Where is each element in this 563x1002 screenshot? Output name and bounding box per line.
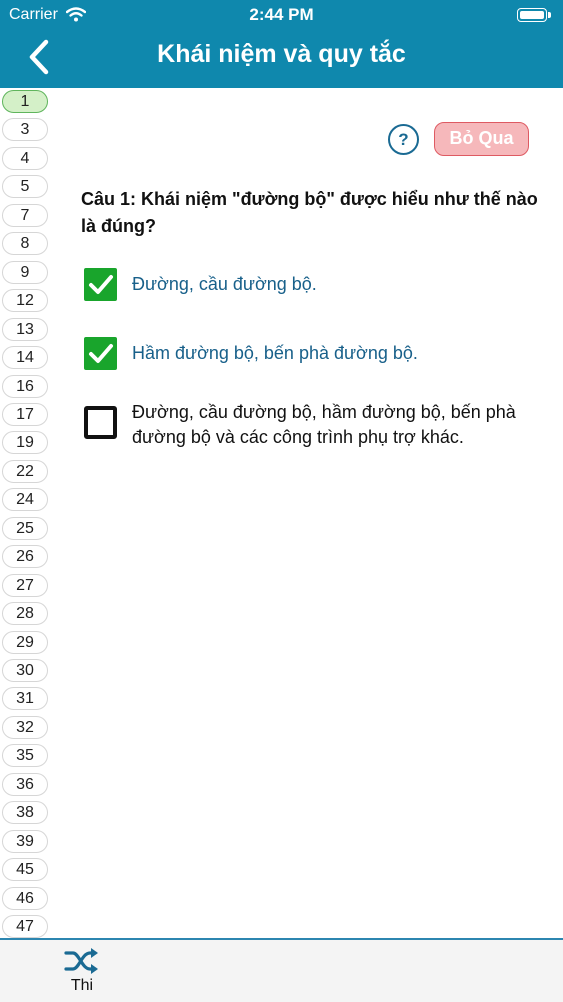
question-number-item[interactable]: 22 <box>2 459 48 483</box>
question-number-item[interactable]: 30 <box>2 659 48 682</box>
question-number-item[interactable]: 45 <box>2 858 48 882</box>
question-number-item[interactable]: 36 <box>2 772 48 796</box>
tab-bar: Thi <box>0 938 563 1002</box>
question-number-item[interactable]: 24 <box>2 488 48 512</box>
answer-text: Đường, cầu đường bộ, hầm đường bộ, bến p… <box>132 402 516 447</box>
status-bar: Carrier 2:44 PM <box>0 0 563 30</box>
question-number-item[interactable]: 29 <box>2 630 48 654</box>
question-text: Câu 1: Khái niệm "đường bộ" được hiểu nh… <box>81 189 538 236</box>
question-number-item[interactable]: 25 <box>2 516 48 540</box>
question-number-item[interactable]: 4 <box>2 146 48 170</box>
answer-option-3[interactable]: Đường, cầu đường bộ, hầm đường bộ, bến p… <box>84 402 544 456</box>
question-number-item[interactable]: 9 <box>2 260 48 284</box>
question-number-item[interactable]: 38 <box>2 801 48 825</box>
navigation-bar: Carrier 2:44 PM Khái niệm và quy tắc <box>0 0 563 88</box>
checkbox-icon[interactable] <box>84 268 117 301</box>
question-number-item[interactable]: 7 <box>2 203 48 227</box>
battery-icon <box>517 8 553 24</box>
question-number-item[interactable]: 17 <box>2 402 48 426</box>
skip-button[interactable]: Bỏ Qua <box>434 122 529 156</box>
help-button[interactable]: ? <box>388 124 419 155</box>
question-number-item[interactable]: 31 <box>2 687 48 711</box>
question-number-item[interactable]: 35 <box>2 744 48 768</box>
page-title: Khái niệm và quy tắc <box>157 40 406 68</box>
question-number-item[interactable]: 39 <box>2 829 48 853</box>
checkbox-icon[interactable] <box>84 406 117 439</box>
answer-option-1[interactable]: Đường, cầu đường bộ. <box>84 268 544 301</box>
question-number-item[interactable]: 3 <box>2 118 48 142</box>
question-number-item[interactable]: 14 <box>2 346 48 370</box>
question-number-item[interactable]: 1 <box>2 90 48 113</box>
question-number-item[interactable]: 5 <box>2 175 48 199</box>
question-number-item[interactable]: 46 <box>2 886 48 910</box>
answer-option-2[interactable]: Hầm đường bộ, bến phà đường bộ. <box>84 337 544 370</box>
question-number-list[interactable]: 1 3 4 5 7 8 9 12 13 14 16 17 19 22 24 25 26 27 28 29 30 31 32 3… <box>0 88 50 938</box>
question-number-item[interactable]: 28 <box>2 602 48 626</box>
question-number-item[interactable]: 8 <box>2 232 48 256</box>
shuffle-icon <box>64 946 100 981</box>
checkbox-icon[interactable] <box>84 337 117 370</box>
status-time: 2:44 PM <box>249 5 314 24</box>
question-number-item[interactable]: 32 <box>2 715 48 739</box>
answer-text: Hầm đường bộ, bến phà đường bộ. <box>132 343 418 363</box>
answer-text: Đường, cầu đường bộ. <box>132 274 317 294</box>
question-number-item[interactable]: 13 <box>2 317 48 341</box>
question-number-item[interactable]: 16 <box>2 374 48 398</box>
question-number-item[interactable]: 27 <box>2 573 48 597</box>
question-number-item[interactable]: 47 <box>2 915 48 938</box>
tab-exam[interactable]: Thi <box>50 940 114 1002</box>
question-number-item[interactable]: 12 <box>2 289 48 313</box>
tab-label: Thi <box>70 977 94 994</box>
question-number-item[interactable]: 26 <box>2 545 48 569</box>
question-number-item[interactable]: 19 <box>2 431 48 455</box>
